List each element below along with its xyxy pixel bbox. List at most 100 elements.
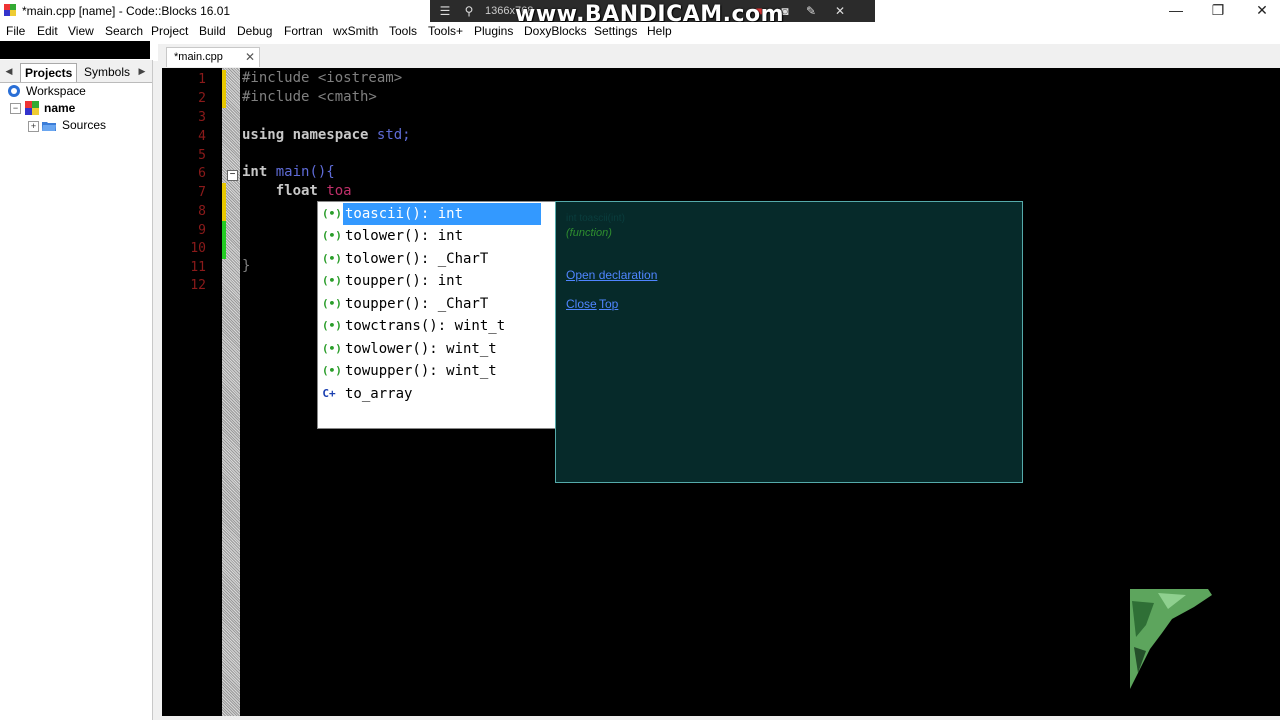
line-number: 8: [198, 204, 206, 219]
change-marker: [222, 70, 226, 89]
change-marker: [222, 202, 226, 221]
menu-debug[interactable]: Debug: [237, 24, 272, 38]
function-icon: (•): [322, 342, 342, 355]
webcam-overlay: [1130, 589, 1212, 689]
menu-tools-plus[interactable]: Tools+: [428, 24, 463, 38]
change-marker: [222, 221, 226, 259]
tab-projects[interactable]: Projects: [20, 63, 78, 82]
menu-icon[interactable]: ☰: [438, 4, 452, 18]
editor-tabs: *main.cpp ✕: [158, 44, 1280, 67]
line-number: 7: [198, 185, 206, 200]
autocomplete-item-label: towlower(): wint_t: [345, 341, 497, 357]
identifier-toa: toa: [326, 183, 352, 199]
menu-help[interactable]: Help: [647, 24, 672, 38]
close-button[interactable]: ✕: [1242, 0, 1280, 22]
close-link[interactable]: Close: [566, 297, 597, 311]
fold-toggle-icon[interactable]: −: [227, 170, 238, 181]
tree-sources[interactable]: Sources: [62, 117, 106, 133]
tab-scroll-right-icon[interactable]: ▶: [136, 64, 148, 78]
recorder-close-icon[interactable]: ✕: [833, 4, 847, 18]
menu-bar: File Edit View Search Project Build Debu…: [0, 22, 1280, 41]
class-icon: C+: [322, 387, 336, 400]
menu-file[interactable]: File: [6, 24, 25, 38]
code-line-6: int main(){: [242, 163, 335, 182]
autocomplete-item[interactable]: (•) tolower(): _CharT: [320, 248, 553, 270]
line-number: 9: [198, 223, 206, 238]
toolbar-dark-strip: [0, 41, 150, 59]
line-number: 12: [190, 278, 206, 293]
menu-build[interactable]: Build: [199, 24, 226, 38]
keyword-float: float: [275, 183, 318, 199]
folder-icon: [42, 122, 56, 131]
fold-margin: [222, 68, 240, 716]
code-line-11: }: [242, 258, 251, 274]
minimize-button[interactable]: —: [1156, 0, 1196, 22]
autocomplete-item-label: toascii(): int: [343, 203, 541, 225]
namespace-std: std;: [376, 127, 411, 143]
menu-project[interactable]: Project: [151, 24, 188, 38]
open-declaration-link[interactable]: Open declaration: [566, 268, 657, 282]
keyword-int: int: [242, 164, 268, 180]
function-icon: (•): [322, 364, 342, 377]
pin-icon[interactable]: ⚲: [462, 4, 476, 18]
function-signature: int toascii(int): [566, 213, 625, 224]
line-number: 10: [190, 241, 206, 256]
menu-search[interactable]: Search: [105, 24, 143, 38]
autocomplete-item[interactable]: (•) toascii(): int: [320, 203, 553, 225]
menu-settings[interactable]: Settings: [594, 24, 637, 38]
menu-plugins[interactable]: Plugins: [474, 24, 513, 38]
menu-view[interactable]: View: [68, 24, 94, 38]
autocomplete-item-label: tolower(): int: [345, 228, 464, 244]
menu-tools[interactable]: Tools: [389, 24, 417, 38]
function-icon: (•): [322, 319, 342, 332]
menu-fortran[interactable]: Fortran: [284, 24, 323, 38]
change-marker: [222, 183, 226, 202]
autocomplete-item-label: to_array: [345, 386, 413, 402]
tab-close-icon[interactable]: ✕: [245, 48, 255, 66]
documentation-popup: int toascii(int) (function) Open declara…: [555, 201, 1023, 483]
code-line-4: using namespace std;: [242, 126, 411, 145]
autocomplete-item-label: towupper(): wint_t: [345, 363, 497, 379]
app-icon: [4, 4, 16, 16]
autocomplete-item[interactable]: (•) tolower(): int: [320, 225, 553, 247]
autocomplete-item[interactable]: (•) towctrans(): wint_t: [320, 315, 553, 337]
line-number: 6: [198, 166, 206, 181]
tab-scroll-left-icon[interactable]: ◀: [3, 64, 15, 78]
tab-main-cpp[interactable]: *main.cpp ✕: [166, 47, 260, 67]
code-line-7: float toa: [242, 182, 352, 201]
function-icon: (•): [322, 252, 342, 265]
autocomplete-item[interactable]: (•) towlower(): wint_t: [320, 338, 553, 360]
keyword-using: using: [242, 127, 285, 143]
autocomplete-item[interactable]: C+ to_array: [320, 383, 553, 405]
symbol-kind: (function): [566, 227, 612, 239]
top-link[interactable]: Top: [599, 297, 618, 311]
autocomplete-item-label: toupper(): _CharT: [345, 296, 489, 312]
autocomplete-item[interactable]: (•) toupper(): int: [320, 270, 553, 292]
management-panel: ◀ Projects Symbols ▶ Workspace − name + …: [0, 60, 153, 720]
autocomplete-item-label: towctrans(): wint_t: [345, 318, 506, 334]
change-marker: [222, 89, 226, 108]
function-main: main(){: [275, 164, 335, 180]
function-icon: (•): [322, 274, 342, 287]
tree-project[interactable]: name: [44, 100, 75, 116]
collapse-project-icon[interactable]: −: [10, 103, 21, 114]
line-number: 5: [198, 148, 206, 163]
line-number: 2: [198, 91, 206, 106]
line-number: 11: [190, 260, 206, 275]
autocomplete-item[interactable]: (•) towupper(): wint_t: [320, 360, 553, 382]
menu-edit[interactable]: Edit: [37, 24, 58, 38]
tab-symbols[interactable]: Symbols: [80, 63, 134, 81]
menu-wxsmith[interactable]: wxSmith: [333, 24, 378, 38]
pencil-icon[interactable]: ✎: [804, 4, 818, 18]
keyword-namespace: namespace: [292, 127, 369, 143]
tree-workspace[interactable]: Workspace: [26, 83, 86, 99]
restore-button[interactable]: ❐: [1198, 0, 1238, 22]
expand-sources-icon[interactable]: +: [28, 121, 39, 132]
project-icon: [25, 101, 39, 115]
tab-label: *main.cpp: [174, 51, 223, 63]
autocomplete-list[interactable]: (•) toascii(): int (•) tolower(): int (•…: [317, 201, 556, 429]
code-line-1: #include <iostream>: [242, 70, 403, 86]
window-title: *main.cpp [name] - Code::Blocks 16.01: [22, 4, 231, 18]
menu-doxyblocks[interactable]: DoxyBlocks: [524, 24, 587, 38]
autocomplete-item[interactable]: (•) toupper(): _CharT: [320, 293, 553, 315]
